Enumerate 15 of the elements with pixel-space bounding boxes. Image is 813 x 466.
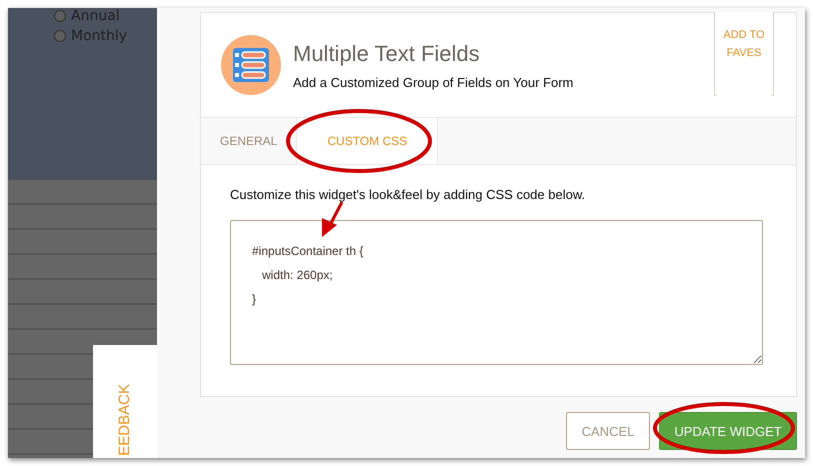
update-widget-button[interactable]: UPDATE WIDGET — [659, 412, 797, 450]
tab[interactable]: CUSTOM CSS — [297, 118, 438, 164]
css-code-field[interactable]: #inputsContainer th { width: 260px; } — [230, 220, 763, 365]
radio-button[interactable] — [54, 10, 66, 22]
radio-label: Monthly — [71, 28, 128, 44]
widget-title: Multiple Text Fields — [293, 41, 481, 67]
widget-subtitle: Add a Customized Group of Fields on Your Form — [293, 75, 574, 90]
radio-button[interactable] — [54, 30, 66, 42]
radio-label: Annual — [71, 8, 120, 24]
add-to-faves-button[interactable]: ADD TO FAVES — [714, 12, 774, 96]
description-text: Customize this widget's look&feel by adding CSS code below. — [230, 187, 586, 202]
cancel-button[interactable]: CANCEL — [566, 412, 650, 450]
feedback-tab[interactable]: EEDBACK — [93, 345, 157, 458]
annotation-arrow — [322, 201, 344, 237]
text-fields-icon — [221, 35, 281, 95]
